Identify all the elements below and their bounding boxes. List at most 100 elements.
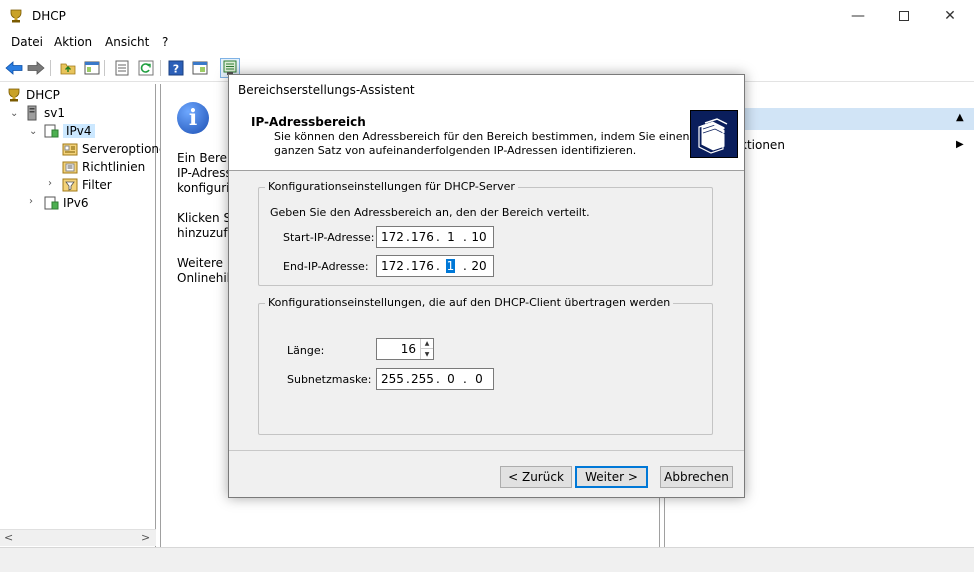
tree-item-label: DHCP <box>26 88 60 102</box>
spin-up-icon[interactable]: ▲ <box>421 339 433 349</box>
horizontal-scrollbar[interactable]: < > <box>0 529 156 546</box>
svg-text:?: ? <box>173 63 179 76</box>
length-value[interactable]: 16 <box>401 342 416 356</box>
wizard-logo-icon <box>690 110 738 158</box>
help-icon: ? <box>168 60 184 76</box>
next-button[interactable]: Weiter > <box>575 466 648 488</box>
chevron-down-icon[interactable]: ⌄ <box>10 108 18 119</box>
subnet-mask-label: Subnetzmaske: <box>287 373 372 386</box>
filter-icon <box>62 178 78 192</box>
options-icon <box>62 143 78 156</box>
ip-octet[interactable]: 0 <box>468 372 490 386</box>
group-legend: Konfigurationseinstellungen für DHCP-Ser… <box>265 180 518 193</box>
properties-button[interactable] <box>190 58 210 78</box>
properties-icon <box>192 61 208 75</box>
forward-button[interactable] <box>26 58 46 78</box>
center-text-line: Onlinehilf <box>177 271 235 285</box>
end-ip-input[interactable]: 172 . 176 . 1 . 20 <box>376 255 494 277</box>
tree-item-ipv4[interactable]: IPv4 <box>43 122 95 140</box>
scroll-right-icon[interactable]: > <box>141 531 150 544</box>
tree-item-label: IPv6 <box>63 196 89 210</box>
dhcp-icon <box>10 9 22 23</box>
title-bar: DHCP — ✕ <box>0 0 974 32</box>
ip-octet[interactable]: 176 <box>411 230 434 244</box>
ip-octet[interactable]: 172 <box>381 259 404 273</box>
ip-octet[interactable]: 10 <box>468 230 490 244</box>
refresh-button[interactable] <box>136 58 156 78</box>
maximize-button[interactable] <box>881 0 927 32</box>
info-icon: i <box>177 102 209 134</box>
dialog-title-bar: Bereichserstellungs-Assistent <box>229 75 744 105</box>
forward-arrow-icon <box>27 61 45 75</box>
ip-octet[interactable]: 255 <box>411 372 434 386</box>
folder-up-icon <box>60 63 76 75</box>
length-label: Länge: <box>287 344 325 357</box>
scroll-left-icon[interactable]: < <box>4 531 13 544</box>
maximize-icon <box>899 11 909 21</box>
back-button[interactable]: < Zurück <box>500 466 572 488</box>
collapse-up-icon: ▲ <box>956 112 964 123</box>
center-text-line: hinzuzufü <box>177 226 236 240</box>
tree-item-server-options[interactable]: Serveroptionen <box>62 140 174 158</box>
tree-item-label: IPv4 <box>63 124 95 138</box>
tree-item-label: Richtlinien <box>82 160 146 174</box>
menu-help[interactable]: ? <box>162 35 168 49</box>
actions-more-link[interactable]: ktionen <box>740 138 785 152</box>
subnet-mask-input[interactable]: 255 . 255 . 0 . 0 <box>376 368 494 390</box>
scope-wizard-dialog: Bereichserstellungs-Assistent IP-Adressb… <box>228 74 745 498</box>
ip-octet[interactable]: 20 <box>468 259 490 273</box>
ip-octet[interactable]: 255 <box>381 372 404 386</box>
dialog-title: Bereichserstellungs-Assistent <box>238 83 415 97</box>
tree-item-policies[interactable]: Richtlinien <box>62 158 145 176</box>
tree-item-server[interactable]: sv1 <box>24 104 65 122</box>
status-bar <box>0 547 974 572</box>
window-title: DHCP <box>32 9 66 23</box>
page-subtitle: Sie können den Adressbereich für den Ber… <box>274 130 690 157</box>
export-list-button[interactable] <box>112 58 132 78</box>
close-button[interactable]: ✕ <box>927 0 973 32</box>
dhcp-icon <box>8 88 20 102</box>
length-stepper[interactable]: 16 ▲ ▼ <box>376 338 434 360</box>
menu-aktion[interactable]: Aktion <box>54 35 92 49</box>
close-icon: ✕ <box>944 8 956 24</box>
folder-up-button[interactable] <box>58 58 78 78</box>
center-text-line: Klicken Si <box>177 211 235 225</box>
spin-buttons[interactable]: ▲ ▼ <box>420 339 433 359</box>
show-tree-button[interactable] <box>82 58 102 78</box>
dialog-header: IP-Adressbereich Sie können den Adressbe… <box>229 105 744 171</box>
menu-ansicht[interactable]: Ansicht <box>105 35 149 49</box>
ip-octet[interactable]: 176 <box>411 259 434 273</box>
cancel-button[interactable]: Abbrechen <box>660 466 733 488</box>
menu-bar: Datei Aktion Ansicht ? <box>0 32 974 54</box>
policies-icon <box>62 161 78 174</box>
ip-octet-selected[interactable]: 1 <box>446 259 455 273</box>
export-list-icon <box>115 60 129 76</box>
spin-down-icon[interactable]: ▼ <box>421 349 433 359</box>
ip-octet[interactable]: 0 <box>440 372 462 386</box>
start-ip-input[interactable]: 172 . 176 . 1 . 10 <box>376 226 494 248</box>
start-ip-label: Start-IP-Adresse: <box>283 231 375 244</box>
minimize-icon: — <box>851 8 865 24</box>
dialog-separator <box>229 450 744 451</box>
tree-item-ipv6[interactable]: IPv6 <box>43 194 89 212</box>
back-arrow-icon <box>5 61 23 75</box>
chevron-down-icon[interactable]: ⌄ <box>29 126 37 137</box>
chevron-right-icon[interactable]: › <box>29 196 33 207</box>
group-legend: Konfigurationseinstellungen, die auf den… <box>265 296 674 309</box>
tree-item-label: sv1 <box>44 106 65 120</box>
ip-octet[interactable]: 172 <box>381 230 404 244</box>
help-button[interactable]: ? <box>166 58 186 78</box>
tree-item-filter[interactable]: Filter <box>62 176 112 194</box>
page-title: IP-Adressbereich <box>251 115 366 129</box>
ipv6-icon <box>44 196 59 210</box>
range-intro-text: Geben Sie den Adressbereich an, den der … <box>270 206 590 219</box>
back-button[interactable] <box>4 58 24 78</box>
ipv4-icon <box>44 124 59 138</box>
chevron-right-icon[interactable]: › <box>48 178 52 189</box>
refresh-icon <box>138 60 154 76</box>
server-icon <box>27 105 37 121</box>
menu-datei[interactable]: Datei <box>11 35 43 49</box>
tree-item-dhcp[interactable]: DHCP <box>6 86 60 104</box>
ip-octet[interactable]: 1 <box>440 230 462 244</box>
minimize-button[interactable]: — <box>835 0 881 32</box>
